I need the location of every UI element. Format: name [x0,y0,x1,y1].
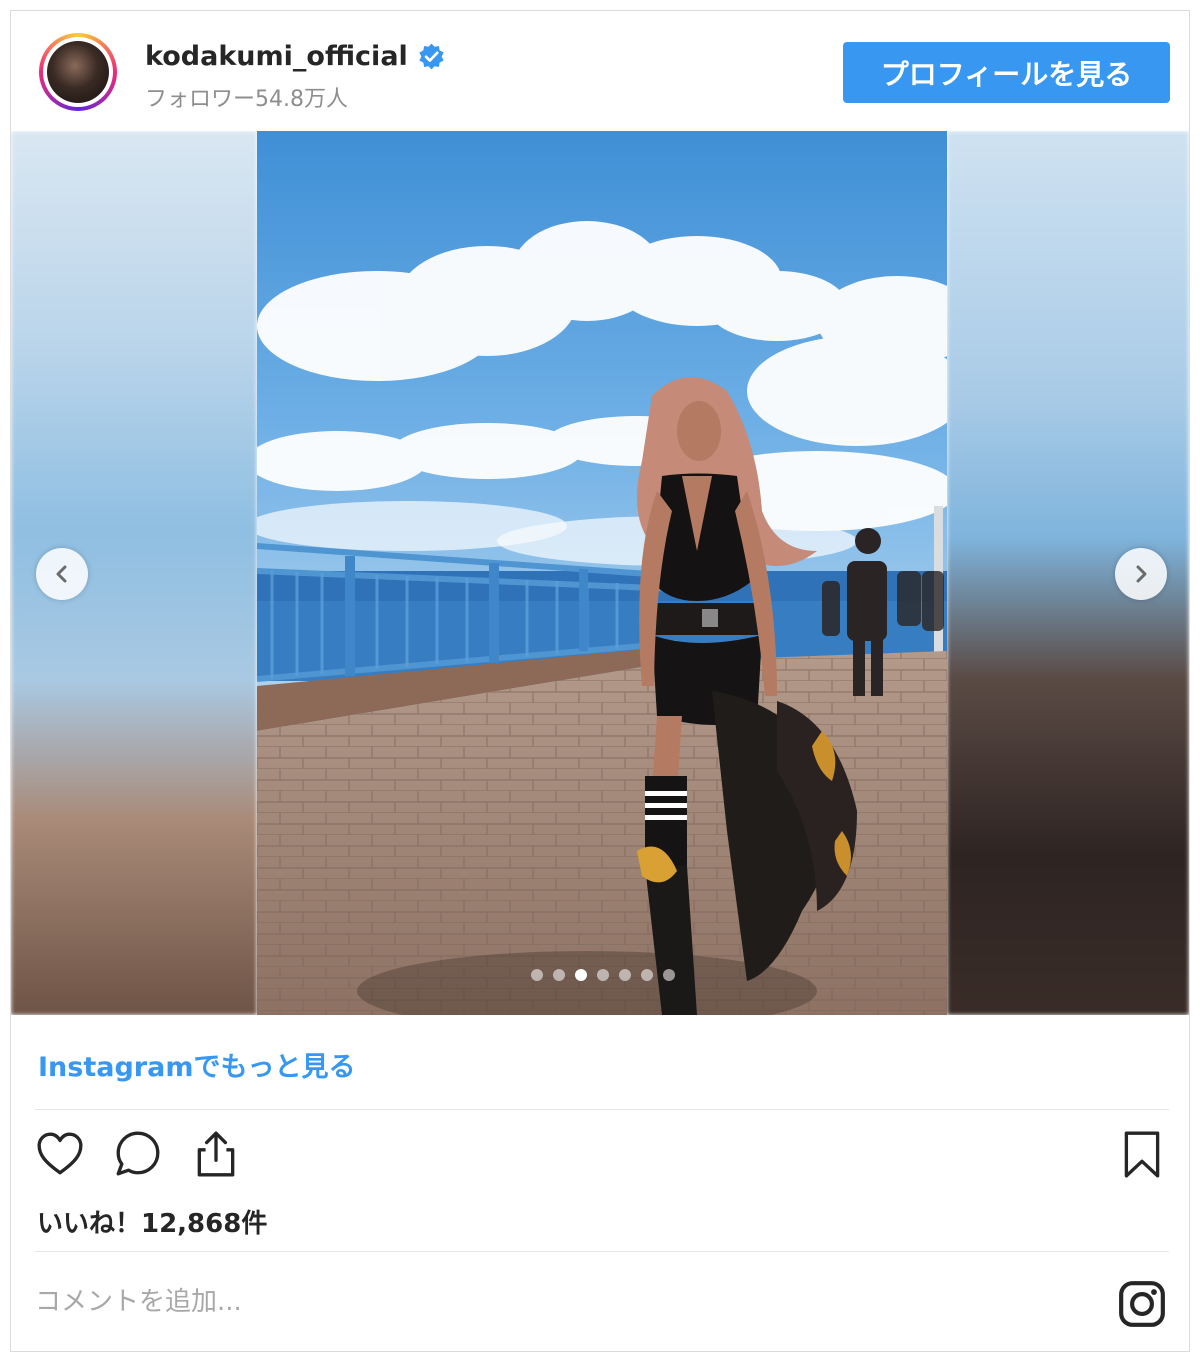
divider [35,1251,1169,1252]
next-button[interactable] [1115,548,1167,600]
carousel-dot [597,969,609,981]
instagram-embed: kodakumi_official フォロワー54.8万人 プロフィールを見る [10,10,1190,1352]
bookmark-icon[interactable] [1117,1129,1167,1179]
avatar[interactable] [39,33,117,111]
divider [35,1109,1169,1110]
share-icon[interactable] [191,1129,241,1179]
username-row[interactable]: kodakumi_official [145,41,445,72]
view-more-on-instagram-link[interactable]: Instagramでもっと見る [38,1045,355,1084]
action-bar [35,1129,241,1179]
username[interactable]: kodakumi_official [145,41,408,72]
like-count: いいね！12,868件 [37,1209,268,1239]
post-media-carousel[interactable] [11,131,1189,1015]
carousel-dot [619,969,631,981]
post-header: kodakumi_official フォロワー54.8万人 プロフィールを見る [11,11,1189,131]
carousel-dot [531,969,543,981]
carousel-dot [663,969,675,981]
verified-badge-icon [419,43,444,70]
add-comment-input[interactable]: コメントを追加... [35,1281,242,1318]
carousel-dot [553,969,565,981]
chevron-right-icon [1136,565,1147,583]
heart-icon[interactable] [35,1129,85,1179]
follower-count: フォロワー54.8万人 [145,87,348,112]
chevron-left-icon [56,565,67,583]
post-photo [257,131,947,1015]
view-profile-button[interactable]: プロフィールを見る [843,42,1170,103]
comment-icon[interactable] [113,1129,163,1179]
instagram-logo-icon[interactable] [1117,1279,1167,1329]
prev-button[interactable] [36,548,88,600]
carousel-dots [531,969,675,981]
carousel-dot [575,969,587,981]
carousel-dot [641,969,653,981]
